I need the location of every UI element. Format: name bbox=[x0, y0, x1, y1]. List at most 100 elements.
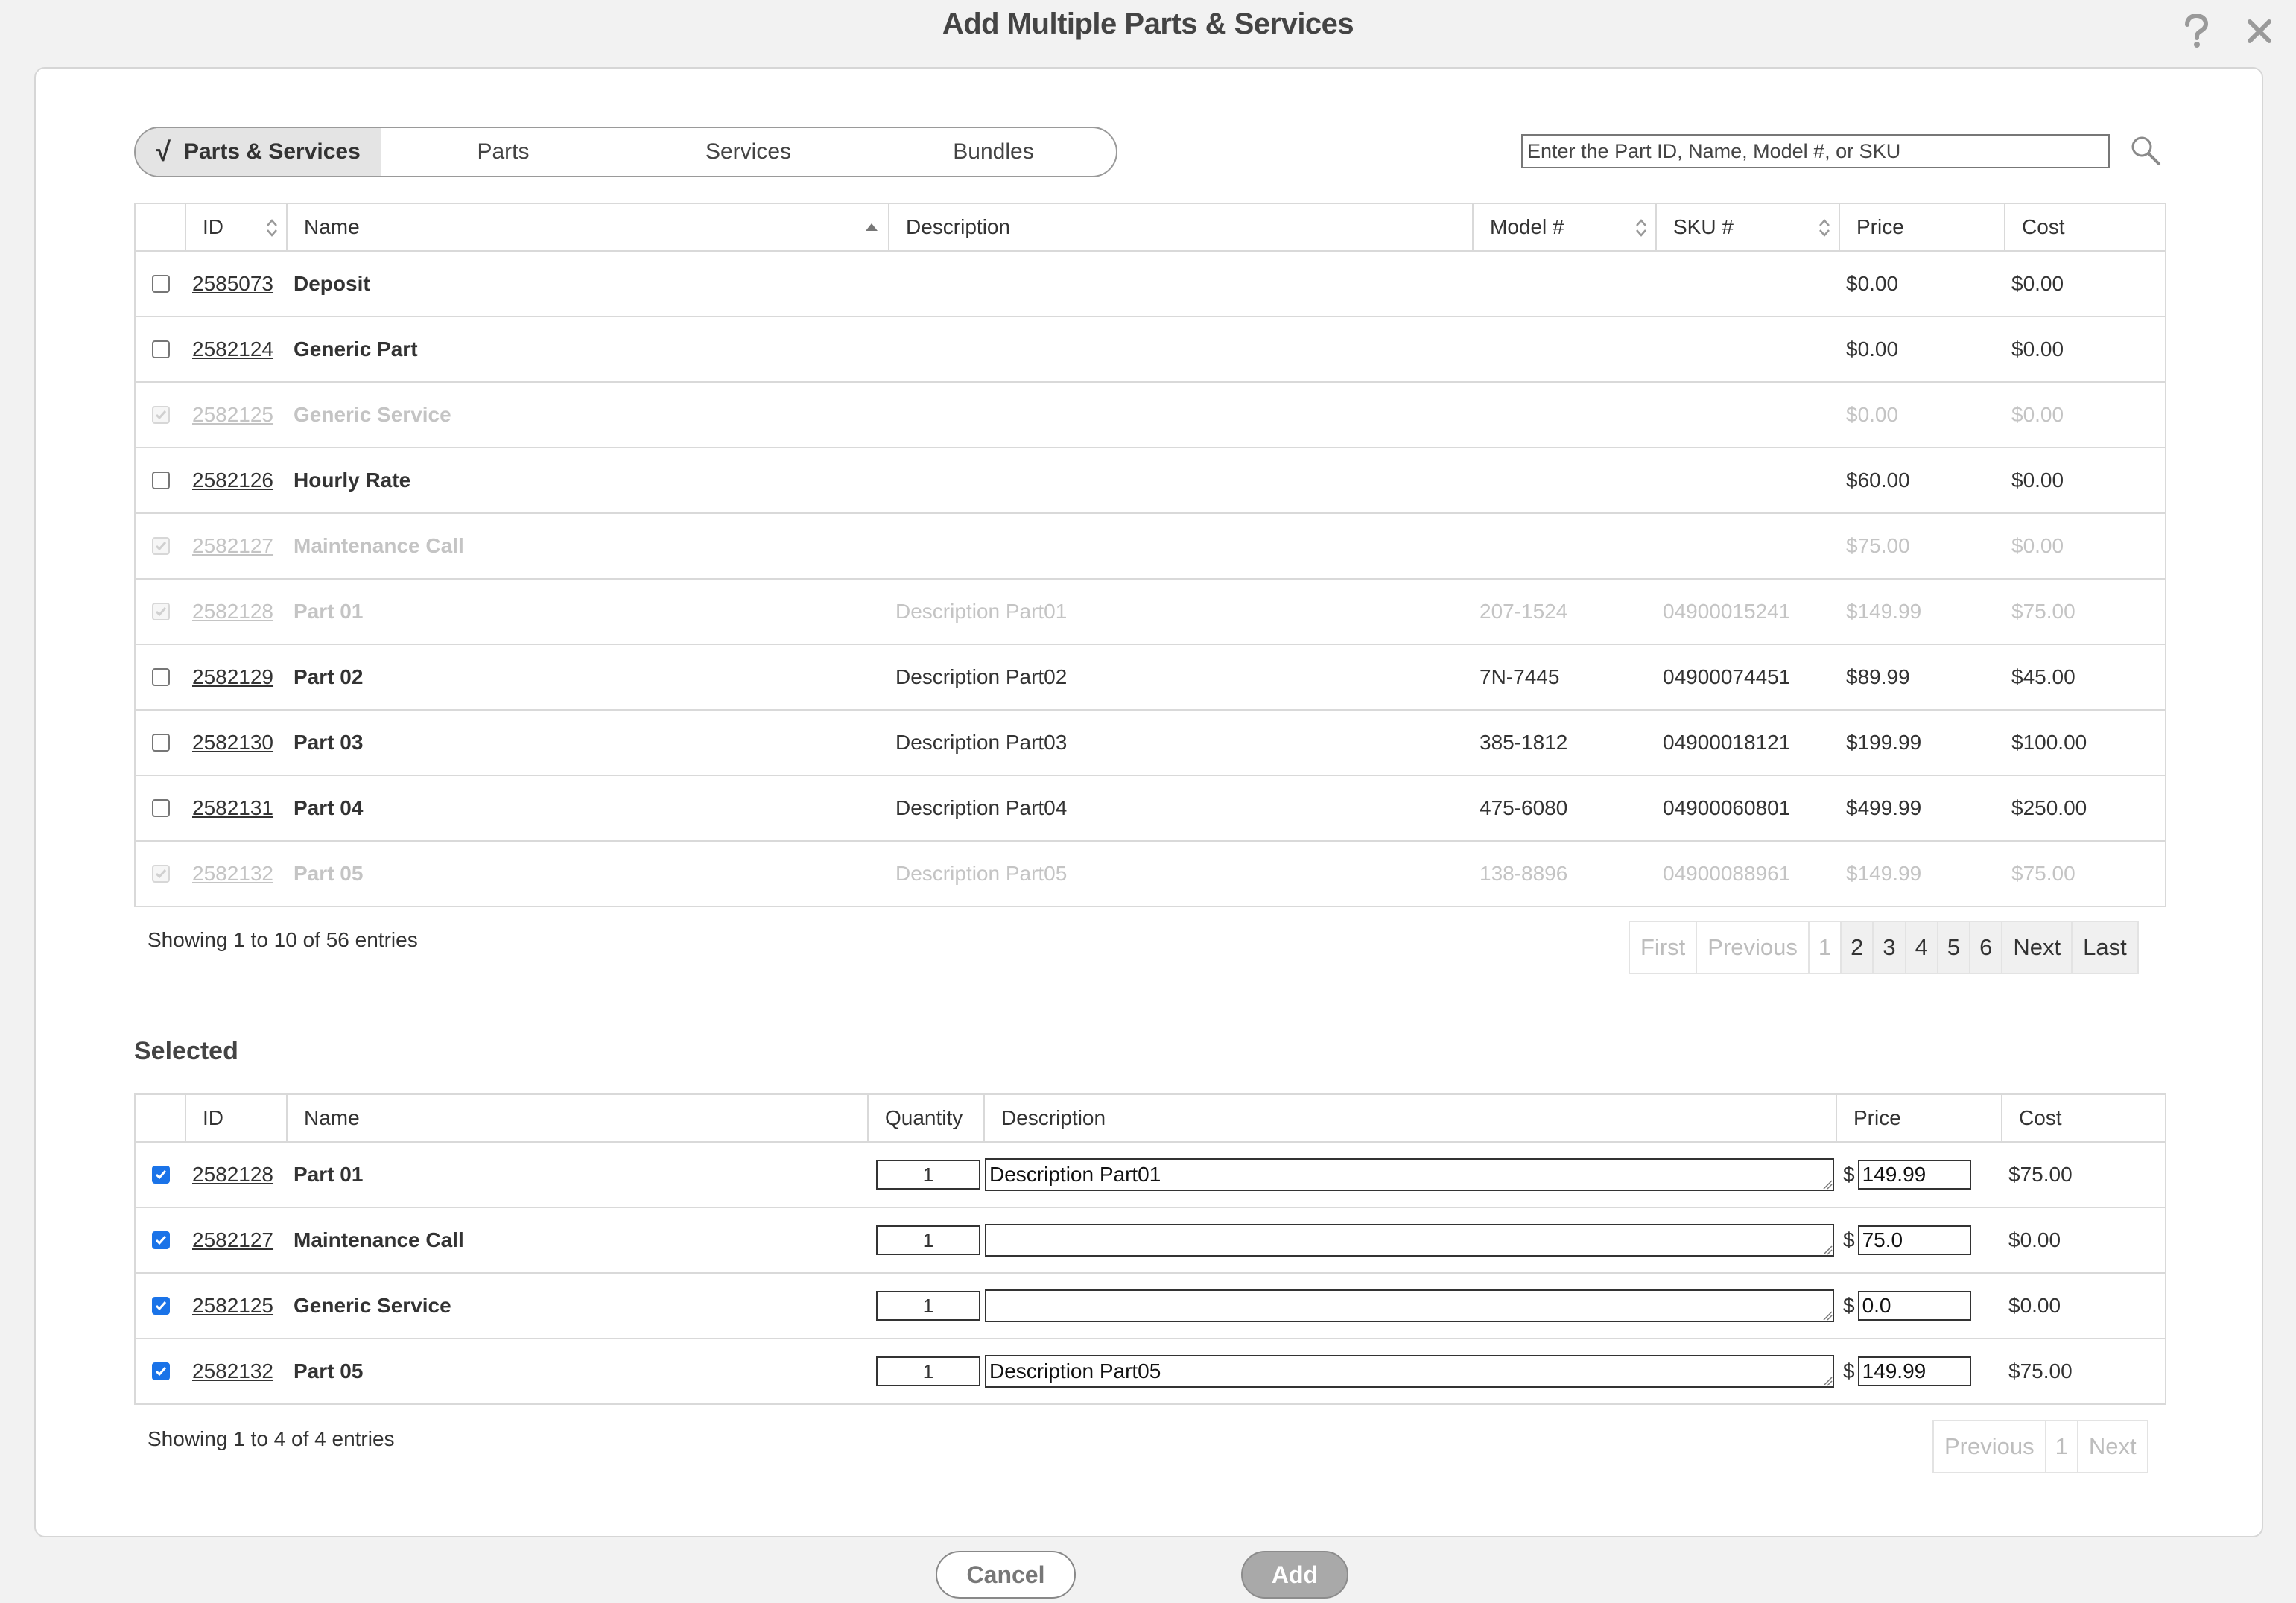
part-id-link[interactable]: 2582125 bbox=[192, 1294, 273, 1318]
price-input[interactable] bbox=[1857, 1225, 1971, 1255]
header-label: Cost bbox=[2022, 215, 2065, 238]
header-select bbox=[136, 204, 186, 250]
table-row[interactable]: 2582124 Generic Part $0.00 $0.00 bbox=[136, 317, 2165, 383]
part-model: 207-1524 bbox=[1480, 600, 1568, 623]
tab-label: Bundles bbox=[953, 139, 1034, 164]
page-2-button[interactable]: 2 bbox=[1842, 922, 1874, 973]
price-input[interactable] bbox=[1857, 1291, 1971, 1321]
quantity-input[interactable] bbox=[876, 1225, 980, 1255]
header-price: Price bbox=[1837, 1095, 2002, 1141]
header-sku[interactable]: SKU # bbox=[1657, 204, 1840, 250]
page-4-button[interactable]: 4 bbox=[1906, 922, 1938, 973]
part-cost: $75.00 bbox=[2011, 862, 2075, 885]
part-price: $149.99 bbox=[1846, 600, 1922, 623]
header-label: Description bbox=[906, 215, 1011, 238]
price-input[interactable] bbox=[1857, 1160, 1971, 1190]
table-row[interactable]: 2582132 Part 05 $ $75.00 bbox=[136, 1339, 2165, 1405]
row-checkbox[interactable] bbox=[152, 1362, 170, 1380]
description-input[interactable] bbox=[985, 1224, 1834, 1257]
search-input[interactable] bbox=[1521, 134, 2110, 168]
table-row[interactable]: 2582126 Hourly Rate $60.00 $0.00 bbox=[136, 448, 2165, 514]
part-price: $0.00 bbox=[1846, 403, 1899, 426]
part-id-link[interactable]: 2582129 bbox=[192, 665, 273, 689]
page-5-button[interactable]: 5 bbox=[1938, 922, 1971, 973]
tab-services[interactable]: Services bbox=[626, 128, 871, 176]
page-3-button[interactable]: 3 bbox=[1874, 922, 1906, 973]
part-id-link[interactable]: 2582124 bbox=[192, 337, 273, 361]
table-header: ID Name Description Model # SKU # Price … bbox=[136, 204, 2165, 252]
part-id-link[interactable]: 2582126 bbox=[192, 469, 273, 492]
quantity-input[interactable] bbox=[876, 1160, 980, 1190]
part-cost: $0.00 bbox=[2011, 534, 2064, 557]
row-checkbox[interactable] bbox=[152, 799, 170, 817]
price-input[interactable] bbox=[1857, 1356, 1971, 1386]
part-id-link: 2582125 bbox=[192, 403, 274, 426]
part-id-link[interactable]: 2582127 bbox=[192, 1228, 273, 1252]
quantity-input[interactable] bbox=[876, 1291, 980, 1321]
page-previous-button: Previous bbox=[1697, 922, 1810, 973]
part-name: Part 03 bbox=[294, 731, 364, 754]
selected-section-title: Selected bbox=[134, 1037, 238, 1065]
header-model[interactable]: Model # bbox=[1474, 204, 1657, 250]
search-icon[interactable] bbox=[2129, 134, 2162, 167]
page-6-button[interactable]: 6 bbox=[1970, 922, 2003, 973]
header-name[interactable]: Name bbox=[288, 204, 889, 250]
row-checkbox[interactable] bbox=[152, 1297, 170, 1315]
table-row[interactable]: 2582128 Part 01 $ $75.00 bbox=[136, 1143, 2165, 1208]
header-quantity: Quantity bbox=[869, 1095, 985, 1141]
part-id-link[interactable]: 2585073 bbox=[192, 272, 273, 296]
row-checkbox[interactable] bbox=[152, 734, 170, 752]
table-row[interactable]: 2582129 Part 02 Description Part02 7N-74… bbox=[136, 645, 2165, 711]
row-checkbox[interactable] bbox=[152, 472, 170, 489]
part-description bbox=[889, 514, 1474, 578]
part-id-link[interactable]: 2582130 bbox=[192, 731, 273, 755]
resize-handle-icon[interactable] bbox=[1821, 1243, 1833, 1255]
part-id-link[interactable]: 2582131 bbox=[192, 796, 273, 820]
part-sku: 04900088961 bbox=[1663, 862, 1791, 885]
part-id-link[interactable]: 2582128 bbox=[192, 1163, 273, 1187]
table-row[interactable]: 2582130 Part 03 Description Part03 385-1… bbox=[136, 711, 2165, 776]
tab-bundles[interactable]: Bundles bbox=[871, 128, 1116, 176]
row-checkbox[interactable] bbox=[152, 668, 170, 686]
help-icon[interactable] bbox=[2181, 10, 2211, 52]
tab-parts[interactable]: Parts bbox=[381, 128, 626, 176]
add-button[interactable]: Add bbox=[1241, 1551, 1348, 1599]
selected-page-1-current: 1 bbox=[2046, 1421, 2078, 1472]
header-id[interactable]: ID bbox=[186, 204, 288, 250]
description-input[interactable] bbox=[985, 1355, 1834, 1388]
resize-handle-icon[interactable] bbox=[1821, 1309, 1833, 1321]
table-row[interactable]: 2582125 Generic Service $ $0.00 bbox=[136, 1274, 2165, 1339]
row-checkbox[interactable] bbox=[152, 275, 170, 293]
table-row[interactable]: 2585073 Deposit $0.00 $0.00 bbox=[136, 252, 2165, 317]
part-name: Part 02 bbox=[294, 665, 364, 688]
part-model: 475-6080 bbox=[1480, 796, 1568, 819]
part-description bbox=[889, 448, 1474, 512]
page-last-button[interactable]: Last bbox=[2073, 922, 2137, 973]
table-row[interactable]: 2582127 Maintenance Call $ $0.00 bbox=[136, 1208, 2165, 1274]
resize-handle-icon[interactable] bbox=[1821, 1374, 1833, 1386]
part-cost: $100.00 bbox=[2011, 731, 2087, 754]
part-sku bbox=[1657, 252, 1840, 316]
part-id-link[interactable]: 2582132 bbox=[192, 1359, 273, 1383]
part-cost: $75.00 bbox=[2008, 1359, 2073, 1383]
part-price: $499.99 bbox=[1846, 796, 1922, 819]
table-row: 2582132 Part 05 Description Part05 138-8… bbox=[136, 842, 2165, 907]
part-price: $0.00 bbox=[1846, 272, 1899, 295]
page-next-button[interactable]: Next bbox=[2002, 922, 2073, 973]
row-checkbox[interactable] bbox=[152, 1166, 170, 1184]
checkmark-icon: √ bbox=[156, 136, 171, 167]
header-cost: Cost bbox=[2002, 1095, 2165, 1141]
close-icon[interactable] bbox=[2244, 13, 2275, 49]
part-cost: $0.00 bbox=[2008, 1294, 2061, 1317]
part-name: Deposit bbox=[294, 272, 370, 295]
tab-parts-and-services[interactable]: √ Parts & Services bbox=[136, 128, 381, 176]
cancel-button[interactable]: Cancel bbox=[936, 1551, 1076, 1599]
part-model bbox=[1474, 317, 1657, 381]
quantity-input[interactable] bbox=[876, 1356, 980, 1386]
description-input[interactable] bbox=[985, 1289, 1834, 1322]
row-checkbox[interactable] bbox=[152, 1231, 170, 1249]
row-checkbox[interactable] bbox=[152, 340, 170, 358]
table-row[interactable]: 2582131 Part 04 Description Part04 475-6… bbox=[136, 776, 2165, 842]
resize-handle-icon[interactable] bbox=[1821, 1178, 1833, 1190]
description-input[interactable] bbox=[985, 1158, 1834, 1191]
